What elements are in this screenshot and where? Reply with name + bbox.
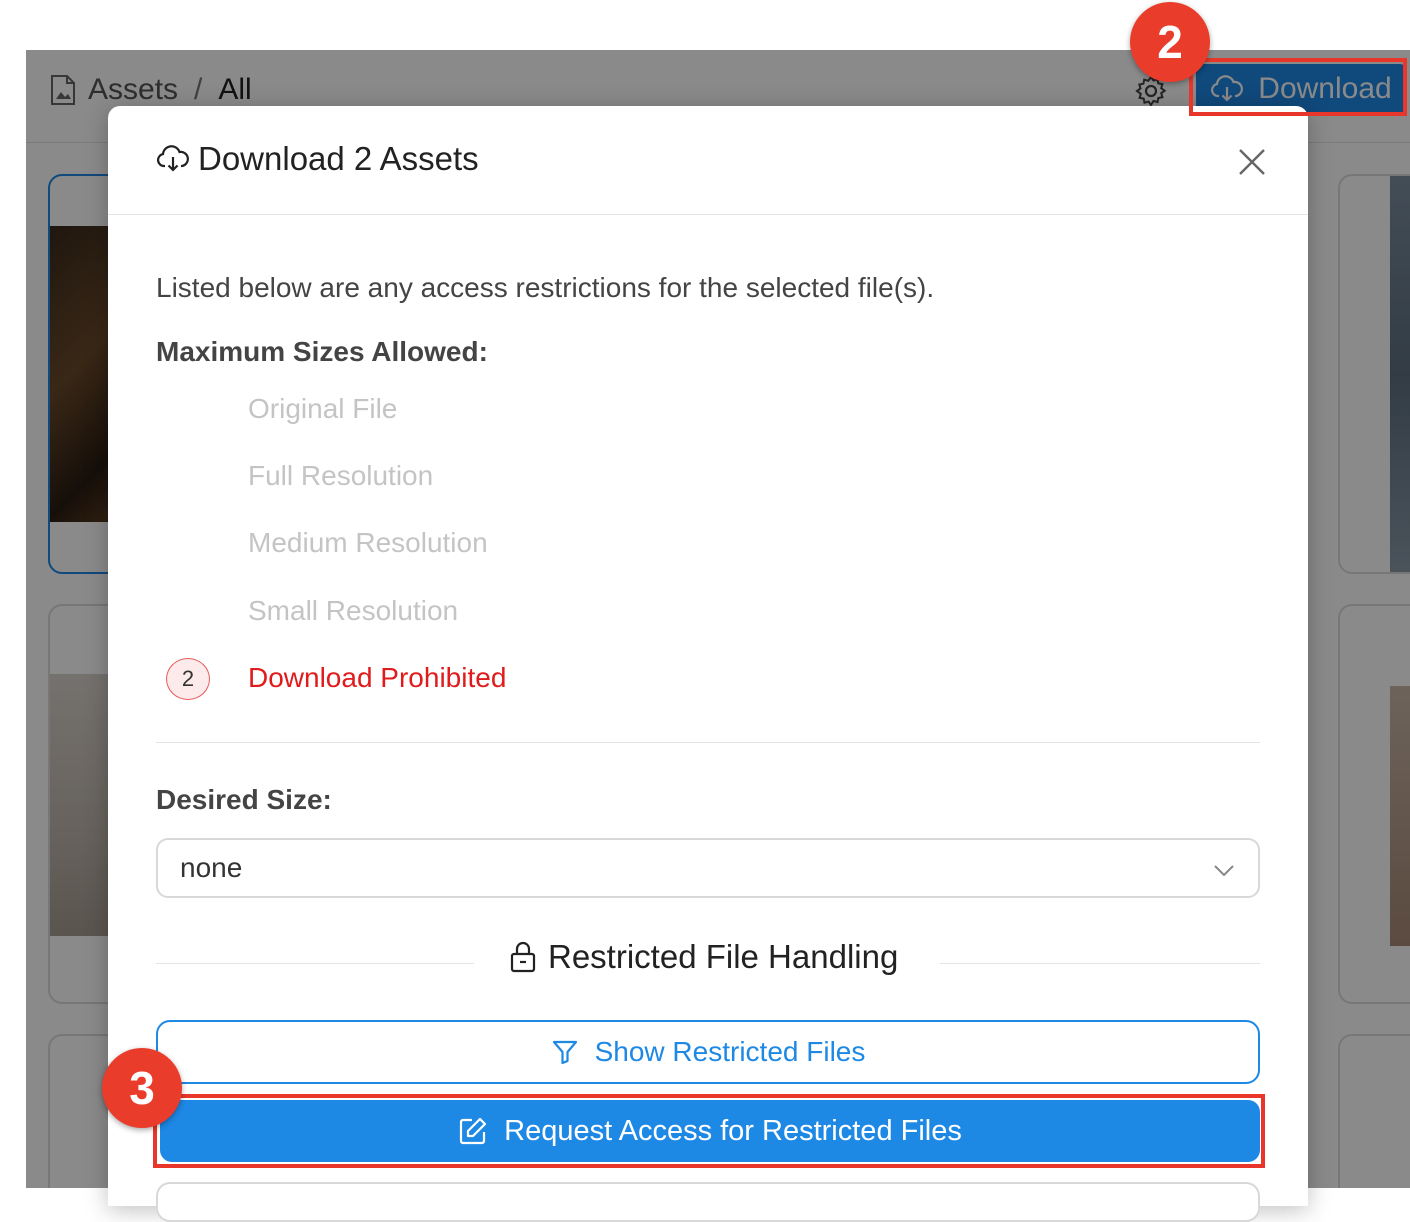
restricted-handling-heading: Restricted File Handling <box>508 938 898 976</box>
restrictions-intro: Listed below are any access restrictions… <box>156 272 935 303</box>
divider <box>156 963 474 964</box>
size-option-original: Original File <box>248 393 398 424</box>
desired-size-select[interactable]: none <box>156 838 1260 898</box>
size-option-medium: Medium Resolution <box>248 527 488 558</box>
chevron-down-icon <box>1214 865 1234 877</box>
filter-icon <box>552 1040 577 1065</box>
size-option-prohibited: Download Prohibited <box>248 662 507 693</box>
request-access-highlight <box>153 1094 1265 1168</box>
divider <box>156 742 1260 743</box>
size-option-small: Small Resolution <box>248 595 459 626</box>
close-icon[interactable] <box>1236 146 1268 178</box>
download-button-highlight <box>1189 58 1407 116</box>
step-3-marker: 3 <box>102 1048 182 1128</box>
modal-header: Download 2 Assets <box>108 106 1308 215</box>
desired-size-value: none <box>180 852 243 883</box>
show-restricted-files-label: Show Restricted Files <box>594 1036 866 1067</box>
restricted-handling-text: Restricted File Handling <box>548 938 899 975</box>
max-sizes-heading: Maximum Sizes Allowed: <box>156 336 488 367</box>
cloud-download-icon <box>157 145 189 172</box>
download-modal: Download 2 Assets Listed below are any a… <box>108 106 1308 1222</box>
prohibited-count-badge: 2 <box>166 658 210 700</box>
size-option-full: Full Resolution <box>248 460 434 491</box>
divider <box>940 963 1260 964</box>
modal-title: Download 2 Assets <box>156 140 479 178</box>
lock-icon <box>510 941 536 973</box>
show-restricted-files-button[interactable]: Show Restricted Files <box>156 1020 1260 1084</box>
desired-size-heading: Desired Size: <box>156 784 332 815</box>
additional-option-button[interactable] <box>156 1182 1260 1222</box>
modal-title-text: Download 2 Assets <box>198 140 479 177</box>
step-2-marker: 2 <box>1130 2 1210 82</box>
